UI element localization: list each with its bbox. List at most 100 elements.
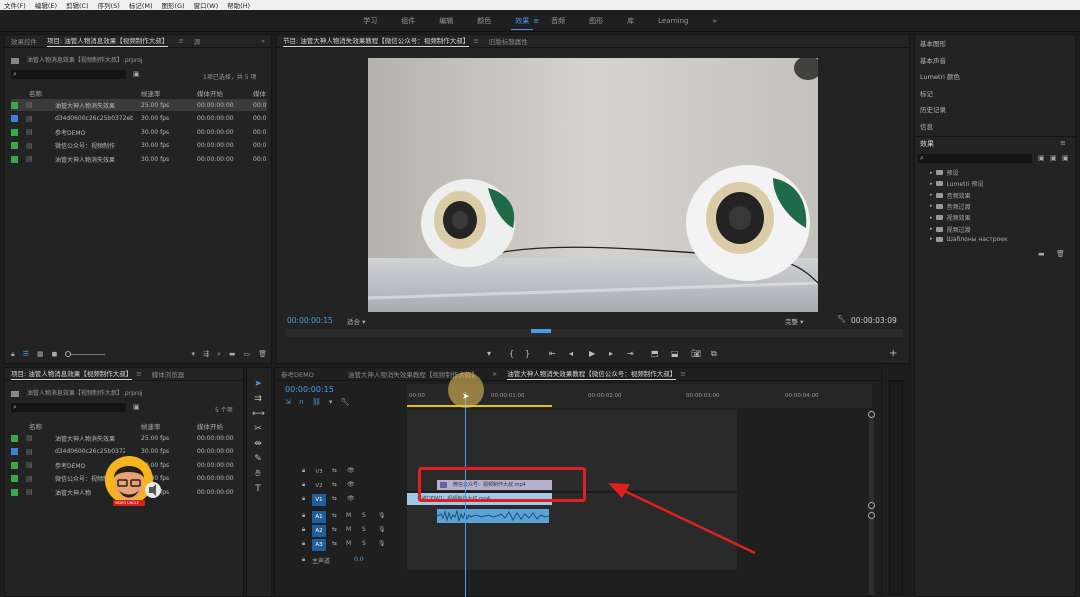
timeline-tab-menu-icon[interactable]: ≡ [680,370,685,378]
microphone-icon[interactable]: 🎙︎ [378,526,386,533]
workspace-tab-8[interactable]: Learning [646,10,700,32]
expand-arrow-icon[interactable]: ▸ [930,226,933,232]
effects-search-input[interactable]: ⌕ [918,154,1032,163]
project-row[interactable]: ▤ 油管大神人物消失效果 30.00 fps 00:00:00:00 00:0 [11,153,267,165]
workspace-tab-4[interactable]: 效果 [503,10,541,32]
label-color-swatch[interactable] [11,475,18,482]
effects-panel-title[interactable]: 效果 [920,139,934,149]
tab-legacy-title[interactable]: 旧版标题属性 [489,36,528,46]
project-bottom-menu-icon[interactable]: ≡ [136,370,141,378]
workspace-tab-0[interactable]: 学习 [351,10,389,32]
new-bin-icon-bottom[interactable]: ▣ [133,403,140,411]
program-scrub-bar[interactable] [285,329,903,337]
add-button-icon[interactable]: + [889,349,897,359]
col-fps[interactable]: 帧速率 [141,88,161,98]
expand-arrow-icon[interactable]: ▸ [930,170,933,176]
workspace-tab-6[interactable]: 图形 [577,10,615,32]
right-panel-item-1[interactable]: 基本声音 [920,55,946,65]
label-color-swatch[interactable] [11,155,18,163]
col-name[interactable]: 名称 [29,88,42,98]
playhead-marker[interactable] [531,329,551,333]
project-row[interactable]: ▤ d34d0600c26c25b0372eba9 30.00 fps 00:0… [11,113,267,125]
mark-out-icon[interactable]: } [525,349,530,359]
label-color-swatch[interactable] [11,142,18,149]
effects-folder[interactable]: ▸ Lumetri 预设 [930,179,984,189]
col-name-bottom[interactable]: 名称 [29,421,42,431]
tab-seq-demo[interactable]: 参考DEMO [281,369,314,379]
32bit-effects-icon[interactable]: ▣ [1050,154,1057,162]
scroll-handle-top[interactable] [868,411,875,418]
lift-icon[interactable]: ⬒ [651,349,659,359]
sync-lock-icon[interactable]: ⇆ [332,467,337,474]
label-color-swatch[interactable] [11,128,18,136]
go-to-in-icon[interactable]: ⇤ [549,349,556,359]
menu-item-7[interactable]: 帮助(H) [227,0,250,10]
track-target[interactable]: V2 [312,480,326,492]
col-extra[interactable]: 媒体 [253,88,266,98]
sync-lock-icon[interactable]: ⇆ [332,495,337,502]
video-frame[interactable] [368,58,818,312]
label-color-swatch[interactable] [11,448,18,455]
track-lock-icon[interactable]: 🔒︎ [302,512,305,520]
label-color-swatch[interactable] [11,115,18,122]
freeform-view-icon[interactable]: ◼ [52,350,58,358]
export-frame-icon[interactable]: 📷︎ [691,349,701,359]
type-tool-icon[interactable]: T [252,483,264,495]
fit-dropdown[interactable]: 适合 ▾ [347,316,365,326]
lock-icon[interactable]: 🔒︎ [11,350,15,359]
mute-button[interactable]: M [346,526,351,533]
track-select-tool-icon[interactable]: ⇉ [252,393,264,405]
project-row-bottom[interactable]: ▤ 油管大神人物消失效果 25.00 fps 00:00:00:00 [11,432,241,444]
button-editor-icon[interactable]: ⧉ [711,349,717,359]
quality-dropdown[interactable]: 完整 ▾ [785,316,803,326]
yuv-effects-icon[interactable]: ▣ [1062,154,1069,162]
track-target[interactable]: V1 [312,494,326,506]
hand-tool-icon[interactable]: ✋︎ [252,468,264,480]
snap-icon[interactable]: ∩ [299,398,304,406]
tab-project[interactable]: 项目: 油管人物消息效果【视频制作大叔】 [47,35,169,47]
project-row[interactable]: ▤ 微信公众号：视频制作 30.00 fps 00:00:00:00 00:0 [11,140,267,152]
mark-in-icon[interactable]: { [509,349,514,359]
eye-icon[interactable]: 👁︎ [347,467,355,474]
new-custom-bin-icon[interactable]: ▬ [1038,250,1045,258]
sync-lock-icon[interactable]: ⇆ [332,526,337,533]
tab-media-browser[interactable]: 媒体浏览器 [152,369,185,379]
timeline-settings-icon[interactable]: 🔧︎ [340,398,349,406]
menu-item-6[interactable]: 窗口(W) [194,0,219,10]
track-lock-icon[interactable]: 🔒︎ [302,495,305,503]
master-lock-icon[interactable]: 🔒︎ [302,556,305,564]
sync-lock-icon[interactable]: ⇆ [332,481,337,488]
workspace-tab-2[interactable]: 编辑 [427,10,465,32]
more-tabs-icon[interactable]: » [261,37,265,45]
eye-icon[interactable]: 👁︎ [347,481,355,488]
tab-seq-active[interactable]: 油管大神人物消失效果教程【微信公众号：视频制作大叔】 [507,368,677,380]
close-tab-icon[interactable]: × [492,370,497,378]
microphone-icon[interactable]: 🎙︎ [378,512,386,519]
menu-item-4[interactable]: 标记(M) [129,0,153,10]
new-bin-bottom-icon[interactable]: ▬ [229,350,236,358]
track-target[interactable]: V3 [312,466,326,478]
track-lock-icon[interactable]: 🔒︎ [302,540,305,548]
effects-folder[interactable]: ▸ 音频效果 [930,191,971,200]
automate-icon[interactable]: ⇶ [203,350,209,358]
program-timecode[interactable]: 00:00:00:15 [287,316,333,325]
new-item-icon[interactable]: ▭ [243,350,250,358]
new-bin-icon[interactable]: ▣ [133,70,140,78]
effects-folder[interactable]: ▸ Шаблоны настроек [930,236,1008,243]
sync-lock-icon[interactable]: ⇆ [332,540,337,547]
ripple-edit-tool-icon[interactable]: ⟷ [252,408,265,420]
track-lock-icon[interactable]: 🔒︎ [302,526,305,534]
insert-sequence-icon[interactable]: ⇲ [285,398,291,406]
workspace-tab-5[interactable]: 音频 [539,10,577,32]
find-icon[interactable]: ⌕ [217,350,221,359]
expand-arrow-icon[interactable]: ▸ [930,236,933,242]
tab-effect-controls[interactable]: 效果控件 [11,36,37,46]
expand-arrow-icon[interactable]: ▸ [930,192,933,198]
label-color-swatch[interactable] [11,461,18,469]
list-view-icon[interactable]: ☰ [23,350,29,358]
accelerated-effects-icon[interactable]: ▣ [1038,154,1045,162]
pen-tool-icon[interactable]: ✎ [252,453,264,465]
trash-icon[interactable]: 🗑︎ [258,350,267,358]
tab-menu-icon[interactable]: ≡ [178,37,183,45]
tab-program[interactable]: 节目: 油管大神人物消失效果教程【微信公众号：视频制作大叔】 [283,35,470,47]
